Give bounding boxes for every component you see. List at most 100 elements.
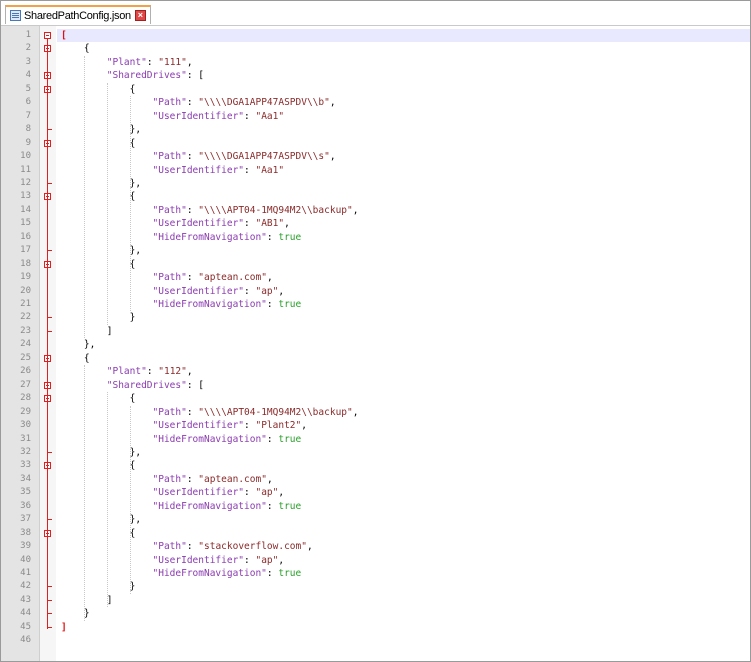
- token: ,: [329, 151, 336, 163]
- code-line[interactable]: 10 "Path": "\\\\DGA1APP47ASPDV\\s",: [1, 150, 750, 163]
- token: :: [244, 487, 256, 499]
- line-number: 42: [20, 581, 31, 592]
- code-line[interactable]: 31 "HideFromNavigation": true: [1, 433, 750, 446]
- code-text: {: [61, 392, 136, 405]
- code-line[interactable]: 39 "Path": "stackoverflow.com",: [1, 540, 750, 553]
- token: {: [61, 460, 136, 472]
- line-number: 26: [20, 366, 31, 377]
- line-number: 22: [20, 312, 31, 323]
- code-line[interactable]: 14 "Path": "\\\\APT04-1MQ94M2\\backup",: [1, 204, 750, 217]
- token: ,: [278, 285, 285, 297]
- code-line[interactable]: 37 },: [1, 513, 750, 526]
- code-line[interactable]: 34 "Path": "aptean.com",: [1, 473, 750, 486]
- tab-sharedpathconfig[interactable]: SharedPathConfig.json ×: [5, 5, 151, 24]
- fold-end-marker: [47, 182, 52, 184]
- code-text: "Path": "aptean.com",: [61, 473, 273, 486]
- code-line[interactable]: 45]: [1, 621, 750, 634]
- code-line[interactable]: 11 "UserIdentifier": "Aa1": [1, 164, 750, 177]
- token: "ap": [255, 487, 279, 499]
- line-number: 4: [25, 70, 31, 81]
- code-line[interactable]: 32 },: [1, 446, 750, 459]
- code-line[interactable]: 28 {: [1, 392, 750, 405]
- token: :: [266, 568, 279, 579]
- line-number: 39: [20, 541, 31, 552]
- code-line[interactable]: 18 {: [1, 258, 750, 271]
- code-line[interactable]: 24 },: [1, 338, 750, 351]
- code-line[interactable]: 19 "Path": "aptean.com",: [1, 271, 750, 284]
- line-number: 7: [25, 110, 31, 121]
- code-line[interactable]: 29 "Path": "\\\\APT04-1MQ94M2\\backup",: [1, 406, 750, 419]
- fold-toggle-icon[interactable]: [44, 32, 51, 39]
- line-number: 30: [20, 420, 31, 431]
- code-line[interactable]: 15 "UserIdentifier": "AB1",: [1, 217, 750, 230]
- indent-guide: [106, 82, 108, 325]
- code-line[interactable]: 33 {: [1, 459, 750, 472]
- code-line[interactable]: 5 {: [1, 83, 750, 96]
- code-line[interactable]: 30 "UserIdentifier": "Plant2",: [1, 419, 750, 432]
- tab-bar: SharedPathConfig.json ×: [1, 1, 750, 26]
- token: "SharedDrives": [106, 70, 187, 82]
- code-line[interactable]: 21 "HideFromNavigation": true: [1, 298, 750, 311]
- code-line[interactable]: 20 "UserIdentifier": "ap",: [1, 285, 750, 298]
- token: :: [244, 218, 256, 230]
- fold-end-marker: [47, 330, 52, 332]
- code-line[interactable]: 13 {: [1, 190, 750, 203]
- token: :: [186, 97, 199, 109]
- code-line[interactable]: 42 }: [1, 580, 750, 593]
- code-text: "UserIdentifier": "ap",: [61, 486, 285, 499]
- line-number: 36: [20, 500, 31, 511]
- line-number: 37: [20, 514, 31, 525]
- code-line[interactable]: 26 "Plant": "112",: [1, 365, 750, 378]
- line-number: 16: [20, 231, 31, 242]
- code-line[interactable]: 41 "HideFromNavigation": true: [1, 567, 750, 580]
- line-number: 17: [20, 245, 31, 256]
- code-line[interactable]: 43 ]: [1, 594, 750, 607]
- code-line[interactable]: 38 {: [1, 527, 750, 540]
- code-line[interactable]: 8 },: [1, 123, 750, 136]
- code-line[interactable]: 40 "UserIdentifier": "ap",: [1, 554, 750, 567]
- code-line[interactable]: 46: [1, 634, 750, 647]
- line-number: 12: [20, 177, 31, 188]
- code-text: {: [61, 42, 90, 55]
- token: {: [61, 393, 136, 405]
- token: "\\\\DGA1APP47ASPDV\\s": [198, 151, 330, 163]
- code-line[interactable]: 44 }: [1, 607, 750, 620]
- code-editor[interactable]: 1[2 {3 "Plant": "111", 4 "SharedDrives": …: [1, 26, 750, 661]
- code-line[interactable]: 1[: [1, 29, 750, 43]
- code-line[interactable]: 2 {: [1, 42, 750, 55]
- line-background: [57, 42, 750, 55]
- code-line[interactable]: 7 "UserIdentifier": "Aa1": [1, 110, 750, 123]
- line-number: 3: [25, 56, 31, 67]
- code-text: ]: [61, 325, 113, 338]
- code-line[interactable]: 35 "UserIdentifier": "ap",: [1, 486, 750, 499]
- code-line[interactable]: 17 },: [1, 244, 750, 257]
- code-line[interactable]: 6 "Path": "\\\\DGA1APP47ASPDV\\b",: [1, 96, 750, 109]
- token: ]: [61, 621, 67, 633]
- token: ,: [329, 97, 336, 109]
- token: "UserIdentifier": [152, 110, 245, 122]
- fold-end-marker: [47, 519, 52, 521]
- code-line[interactable]: 23 ]: [1, 325, 750, 338]
- code-line[interactable]: 3 "Plant": "111",: [1, 56, 750, 69]
- line-background: [57, 29, 750, 43]
- code-line[interactable]: 25 {: [1, 352, 750, 365]
- code-line[interactable]: 12 },: [1, 177, 750, 190]
- code-line[interactable]: 36 "HideFromNavigation": true: [1, 500, 750, 513]
- token: "HideFromNavigation": [152, 231, 267, 243]
- token: :: [266, 231, 279, 243]
- code-line[interactable]: 9 {: [1, 137, 750, 150]
- token: ]: [61, 325, 113, 337]
- line-background: [57, 580, 750, 593]
- code-text: "HideFromNavigation": true: [61, 298, 302, 311]
- code-line[interactable]: 16 "HideFromNavigation": true: [1, 231, 750, 244]
- token: :: [186, 204, 199, 216]
- token: {: [61, 191, 136, 203]
- line-background: [57, 392, 750, 405]
- close-icon[interactable]: ×: [134, 10, 146, 21]
- token: ,: [186, 56, 193, 68]
- code-text: "Path": "\\\\APT04-1MQ94M2\\backup",: [61, 406, 359, 419]
- code-line[interactable]: 22 }: [1, 311, 750, 324]
- code-line[interactable]: 4 "SharedDrives": [: [1, 69, 750, 82]
- code-line[interactable]: 27 "SharedDrives": [: [1, 379, 750, 392]
- code-text: "Path": "aptean.com",: [61, 271, 273, 284]
